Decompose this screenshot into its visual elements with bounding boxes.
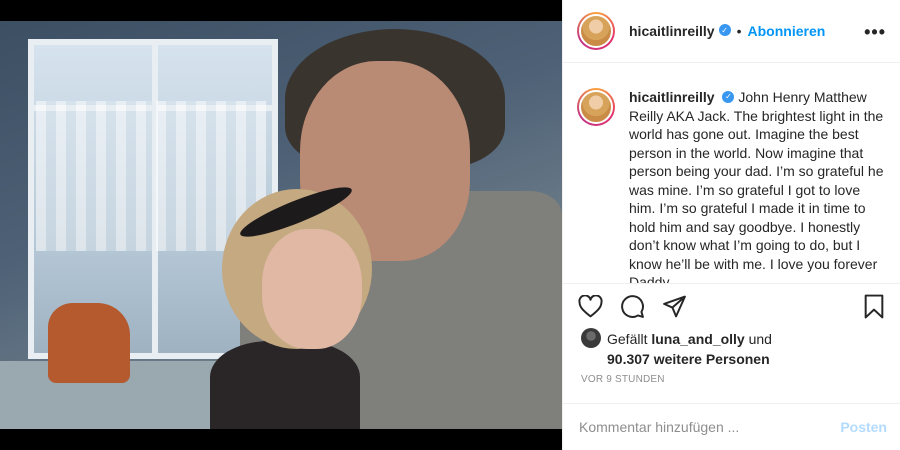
caption-area[interactable]: hicaitlinreilly ✓ John Henry Matthew Rei…: [563, 76, 900, 284]
photo-girl-body: [210, 341, 360, 429]
caption-avatar-image: [579, 90, 613, 124]
more-options-icon[interactable]: •••: [864, 22, 886, 43]
comment-bar: Posten: [563, 403, 900, 450]
likes-count-link[interactable]: 90.307 weitere Personen: [607, 351, 770, 367]
photo-pane: [0, 0, 562, 450]
caption-username[interactable]: hicaitlinreilly: [629, 89, 715, 105]
caption-verified-badge-icon: ✓: [722, 91, 735, 104]
liker-avatar[interactable]: [581, 328, 601, 349]
caption-row: hicaitlinreilly ✓ John Henry Matthew Rei…: [577, 88, 889, 284]
bookmark-icon[interactable]: [861, 293, 887, 319]
likes-line-1: Gefällt luna_and_olly und: [581, 328, 881, 350]
post-side-panel: hicaitlinreilly ✓ • Abonnieren ••• hicai…: [562, 0, 900, 450]
author-username[interactable]: hicaitlinreilly: [629, 23, 715, 39]
likes-prefix: Gefällt: [607, 331, 648, 347]
follow-button[interactable]: Abonnieren: [748, 23, 826, 39]
header-separator: •: [736, 23, 742, 39]
post-header: hicaitlinreilly ✓ • Abonnieren •••: [563, 0, 900, 63]
comment-icon[interactable]: [619, 293, 645, 319]
photo-toy-horse: [48, 303, 130, 383]
caption-body: John Henry Matthew Reilly AKA Jack. The …: [629, 89, 884, 284]
comment-input[interactable]: [579, 419, 841, 435]
likes-joiner: und: [748, 331, 772, 347]
post-comment-button[interactable]: Posten: [840, 419, 887, 435]
share-icon[interactable]: [661, 293, 687, 319]
likes-summary: Gefällt luna_and_olly und 90.307 weitere…: [581, 328, 881, 369]
author-avatar[interactable]: [577, 12, 615, 50]
post-timestamp[interactable]: VOR 9 STUNDEN: [581, 374, 665, 385]
verified-badge-icon: ✓: [718, 24, 731, 36]
post-photo[interactable]: [0, 21, 562, 429]
action-bar: [563, 284, 900, 328]
first-liker-link[interactable]: luna_and_olly: [651, 331, 744, 347]
caption-text: hicaitlinreilly ✓ John Henry Matthew Rei…: [629, 88, 887, 284]
likes-line-2: 90.307 weitere Personen: [581, 350, 881, 369]
heart-icon[interactable]: [577, 293, 603, 319]
photo-girl-face: [262, 229, 362, 349]
author-avatar-image: [579, 14, 613, 48]
caption-avatar[interactable]: [577, 88, 615, 126]
